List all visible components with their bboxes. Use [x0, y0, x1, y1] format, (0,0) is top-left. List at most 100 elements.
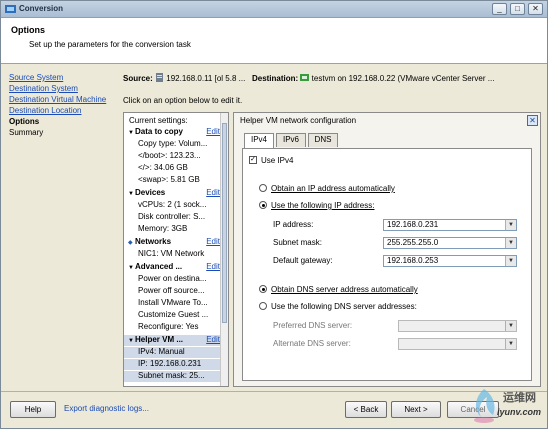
watermark-text: 运维网: [503, 392, 536, 404]
list-item: Install VMware To...: [138, 298, 208, 307]
settings-section-helper-vm[interactable]: ▼Helper VM ... Edit: [124, 335, 222, 346]
triangle-down-icon: ▼: [128, 130, 134, 136]
source-value: 192.168.0.11 [ol 5.8 ...: [166, 74, 246, 83]
vm-icon: [300, 74, 310, 81]
edit-link[interactable]: Edit: [206, 335, 220, 345]
obtain-ip-auto-label: Obtain an IP address automatically: [271, 184, 395, 193]
list-item: Copy type: Volum...: [138, 139, 208, 148]
alternate-dns-label: Alternate DNS server:: [273, 339, 351, 348]
page-title: Options: [11, 25, 45, 35]
obtain-dns-auto-radio[interactable]: [259, 285, 267, 293]
watermark: 运维网 iyunv.com: [469, 385, 547, 428]
nav-item-options: Options: [9, 117, 40, 126]
tab-dns[interactable]: DNS: [308, 133, 338, 147]
conversion-window: Conversion _ □ ✕ Options Set up the para…: [0, 0, 548, 429]
nav-item-source-system[interactable]: Source System: [9, 73, 117, 84]
ip-address-field[interactable]: 192.168.0.231 ▼: [383, 219, 517, 231]
chevron-down-icon[interactable]: ▼: [505, 321, 516, 331]
preferred-dns-label: Preferred DNS server:: [273, 321, 353, 330]
chevron-down-icon[interactable]: ▼: [505, 220, 516, 230]
subnet-mask-label: Subnet mask:: [273, 238, 322, 247]
settings-header: Current settings:: [129, 116, 188, 125]
default-gateway-field[interactable]: 192.168.0.253 ▼: [383, 255, 517, 267]
obtain-dns-auto-label: Obtain DNS server address automatically: [271, 285, 418, 294]
preferred-dns-field[interactable]: ▼: [398, 320, 517, 332]
use-following-ip-radio[interactable]: [259, 201, 267, 209]
list-item: Customize Guest ...: [138, 310, 209, 319]
use-following-ip-label: Use the following IP address:: [271, 201, 375, 210]
close-button[interactable]: ✕: [528, 3, 543, 15]
helper-vm-network-panel: Helper VM network configuration ✕ IPv4 I…: [233, 112, 541, 387]
page-header: Options Set up the parameters for the co…: [1, 18, 547, 64]
list-item: <swap>: 5.81 GB: [138, 175, 200, 184]
help-button[interactable]: Help: [10, 401, 56, 418]
subnet-mask-field[interactable]: 255.255.255.0 ▼: [383, 237, 517, 249]
footer-bar: Help Export diagnostic logs... < Back Ne…: [1, 391, 547, 428]
list-item: Subnet mask: 25...: [124, 371, 222, 382]
panel-title: Helper VM network configuration: [240, 116, 357, 125]
ipv4-tab-content: ✓ Use IPv4 Obtain an IP address automati…: [242, 148, 532, 381]
list-item: Reconfigure: Yes: [138, 322, 199, 331]
watermark-logo-icon: [474, 389, 495, 423]
tab-ipv4[interactable]: IPv4: [244, 133, 274, 148]
use-ipv4-checkbox[interactable]: ✓: [249, 156, 257, 164]
alternate-dns-field[interactable]: ▼: [398, 338, 517, 350]
window-title: Conversion: [19, 4, 64, 13]
current-settings-panel: Current settings: ▼Data to copy Edit Copy…: [123, 112, 229, 387]
default-gateway-label: Default gateway:: [273, 256, 333, 265]
use-ipv4-label: Use IPv4: [261, 156, 294, 165]
ip-address-label: IP address:: [273, 220, 314, 229]
settings-scrollbar[interactable]: [220, 113, 228, 386]
edit-link[interactable]: Edit: [206, 262, 220, 272]
list-item: NIC1: VM Network: [138, 249, 205, 258]
settings-section-devices[interactable]: ▼Devices Edit: [124, 188, 222, 199]
chevron-down-icon[interactable]: ▼: [505, 339, 516, 349]
nav-item-summary: Summary: [9, 128, 44, 137]
close-icon[interactable]: ✕: [527, 115, 538, 126]
use-following-dns-label: Use the following DNS server addresses:: [271, 302, 417, 311]
source-label: Source:: [123, 74, 153, 83]
wizard-nav: Source System Destination System Destina…: [9, 73, 117, 139]
nav-item-destination-location[interactable]: Destination Location: [9, 106, 117, 117]
source-destination-bar: Source: 192.168.0.11 [ol 5.8 ... Destina…: [123, 73, 543, 84]
next-button[interactable]: Next >: [391, 401, 441, 418]
settings-section-data-to-copy[interactable]: ▼Data to copy Edit: [124, 127, 222, 138]
destination-label: Destination:: [251, 74, 299, 83]
use-following-dns-radio[interactable]: [259, 302, 267, 310]
destination-value: testvm on 192.168.0.22 (VMware vCenter S…: [311, 74, 495, 83]
triangle-down-icon: ▼: [128, 265, 134, 271]
title-bar: Conversion _ □ ✕: [1, 1, 547, 18]
settings-section-advanced[interactable]: ▼Advanced ... Edit: [124, 262, 222, 273]
settings-section-networks[interactable]: ◆ Networks Edit: [124, 237, 222, 248]
triangle-down-icon: ▼: [128, 191, 134, 197]
list-item: </boot>: 123.23...: [138, 151, 201, 160]
edit-link[interactable]: Edit: [206, 237, 220, 247]
back-button[interactable]: < Back: [345, 401, 387, 418]
chevron-down-icon[interactable]: ▼: [505, 238, 516, 248]
tab-ipv6[interactable]: IPv6: [276, 133, 306, 147]
nav-item-destination-system[interactable]: Destination System: [9, 84, 117, 95]
list-item: vCPUs: 2 (1 sock...: [138, 200, 207, 209]
list-item: IP: 192.168.0.231: [124, 359, 222, 370]
list-item: IPv4: Manual: [124, 347, 222, 358]
edit-link[interactable]: Edit: [206, 188, 220, 198]
nav-item-destination-virtual-machine[interactable]: Destination Virtual Machine: [9, 95, 117, 106]
diamond-icon: ◆: [128, 240, 133, 246]
watermark-url: iyunv.com: [497, 407, 542, 417]
list-item: Power on destina...: [138, 274, 207, 283]
scrollbar-thumb[interactable]: [222, 123, 227, 323]
list-item: Disk controller: S...: [138, 212, 206, 221]
edit-link[interactable]: Edit: [206, 127, 220, 137]
minimize-button[interactable]: _: [492, 3, 507, 15]
list-item: </>: 34.06 GB: [138, 163, 188, 172]
triangle-down-icon: ▼: [128, 338, 134, 344]
export-diagnostic-logs-link[interactable]: Export diagnostic logs...: [64, 404, 149, 413]
list-item: Memory: 3GB: [138, 224, 188, 233]
page-subtitle: Set up the parameters for the conversion…: [29, 40, 191, 49]
list-item: Power off source...: [138, 286, 205, 295]
obtain-ip-auto-radio[interactable]: [259, 184, 267, 192]
maximize-button[interactable]: □: [510, 3, 525, 15]
instruction-text: Click on an option below to edit it.: [123, 96, 243, 105]
app-icon: [5, 5, 16, 13]
chevron-down-icon[interactable]: ▼: [505, 256, 516, 266]
